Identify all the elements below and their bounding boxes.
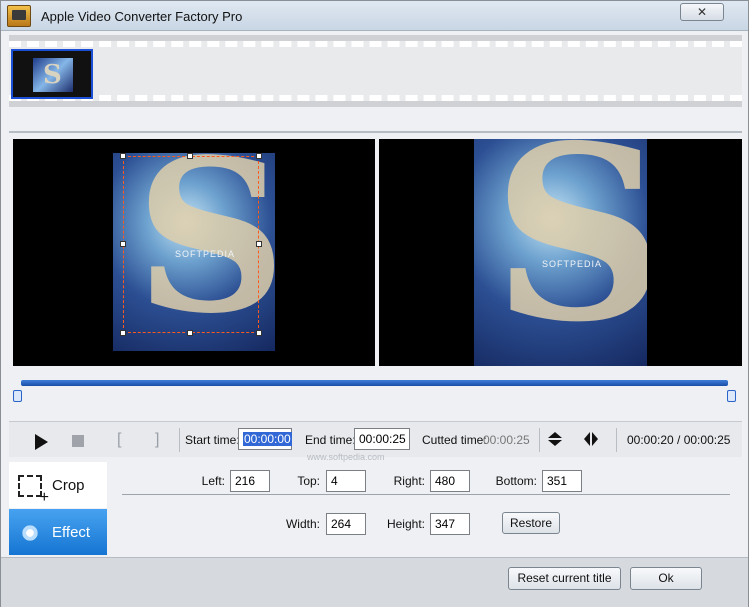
tab-effect[interactable]: Effect bbox=[9, 509, 107, 555]
poster-watermark: SOFTPEDIA bbox=[542, 259, 603, 269]
cutted-time-label: Cutted time: bbox=[422, 433, 487, 447]
height-field[interactable]: 347 bbox=[430, 513, 470, 535]
site-watermark: www.softpedia.com bbox=[307, 452, 385, 462]
end-time-label: End time: bbox=[305, 433, 356, 447]
tab-crop-label: Crop bbox=[52, 477, 85, 494]
play-icon[interactable] bbox=[35, 434, 48, 450]
crop-handle-ml[interactable] bbox=[120, 241, 126, 247]
width-field[interactable]: 264 bbox=[326, 513, 366, 535]
crop-handle-br[interactable] bbox=[256, 330, 262, 336]
reset-current-title-button[interactable]: Reset current title bbox=[508, 567, 621, 590]
top-field[interactable]: 4 bbox=[326, 470, 366, 492]
left-field[interactable]: 216 bbox=[230, 470, 270, 492]
height-label: Height: bbox=[386, 517, 425, 531]
thumbnail-item[interactable] bbox=[11, 49, 93, 99]
effect-icon bbox=[18, 521, 42, 545]
set-end-icon[interactable]: ] bbox=[155, 431, 159, 449]
start-time-input[interactable]: 00:00:00 bbox=[238, 428, 292, 450]
separator bbox=[539, 428, 540, 452]
set-start-icon[interactable]: [ bbox=[117, 431, 121, 449]
separator bbox=[616, 428, 617, 452]
thumbnail-image bbox=[33, 58, 73, 92]
end-time-input[interactable]: 00:00:25 bbox=[354, 428, 410, 450]
timeline-bar[interactable] bbox=[21, 380, 728, 386]
start-time-label: Start time: bbox=[185, 433, 240, 447]
top-label: Top: bbox=[297, 474, 320, 488]
stop-icon[interactable] bbox=[72, 435, 84, 447]
start-marker[interactable] bbox=[13, 390, 22, 402]
end-marker[interactable] bbox=[727, 390, 736, 402]
mode-tabs: Crop Effect bbox=[9, 462, 107, 555]
crop-handle-tl[interactable] bbox=[120, 153, 126, 159]
flip-horizontal-icon[interactable] bbox=[584, 432, 600, 446]
left-label: Left: bbox=[201, 474, 225, 488]
crop-panel-divider bbox=[122, 494, 730, 495]
crop-handle-bm[interactable] bbox=[187, 330, 193, 336]
thumbnail-strip bbox=[9, 41, 742, 101]
output-preview: S SOFTPEDIA bbox=[379, 139, 742, 366]
close-button[interactable]: ✕ bbox=[680, 3, 724, 21]
title-bar: Apple Video Converter Factory Pro ✕ bbox=[1, 1, 748, 31]
output-poster: S SOFTPEDIA bbox=[474, 139, 647, 366]
tab-effect-label: Effect bbox=[52, 524, 91, 541]
crop-frame[interactable] bbox=[120, 153, 262, 336]
restore-button[interactable]: Restore bbox=[502, 512, 560, 534]
bottom-label: Bottom: bbox=[495, 474, 537, 488]
source-preview[interactable]: S SOFTPEDIA bbox=[13, 139, 375, 366]
bottom-field[interactable]: 351 bbox=[542, 470, 582, 492]
crop-handle-bl[interactable] bbox=[120, 330, 126, 336]
tab-crop[interactable]: Crop bbox=[9, 462, 107, 508]
right-label: Right: bbox=[393, 474, 425, 488]
crop-handle-tm[interactable] bbox=[187, 153, 193, 159]
window-title: Apple Video Converter Factory Pro bbox=[41, 9, 243, 24]
crop-handle-mr[interactable] bbox=[256, 241, 262, 247]
ok-button[interactable]: Ok bbox=[630, 567, 702, 590]
main-window: Apple Video Converter Factory Pro ✕ S SO… bbox=[0, 0, 749, 607]
right-field[interactable]: 480 bbox=[430, 470, 470, 492]
flip-vertical-icon[interactable] bbox=[548, 432, 562, 448]
section-divider bbox=[9, 131, 742, 133]
crop-handle-tr[interactable] bbox=[256, 153, 262, 159]
crop-icon bbox=[18, 475, 49, 507]
separator bbox=[179, 428, 180, 452]
width-label: Width: bbox=[285, 517, 320, 531]
playback-progress: 00:00:20 / 00:00:25 bbox=[627, 433, 731, 447]
cutted-time-value: 00:00:25 bbox=[483, 433, 530, 447]
poster-letter: S bbox=[492, 139, 647, 366]
start-time-value: 00:00:00 bbox=[243, 432, 292, 446]
app-icon bbox=[7, 5, 31, 27]
